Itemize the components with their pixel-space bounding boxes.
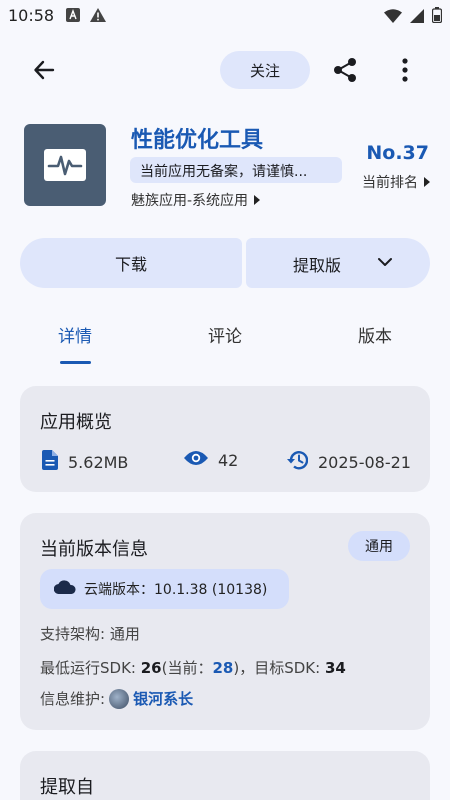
back-button[interactable] — [22, 50, 66, 94]
cloud-version-chip[interactable]: 云端版本：10.1.38 (10138) — [40, 569, 289, 609]
date-stat: 2025-08-21 — [286, 450, 411, 474]
share-icon — [333, 57, 357, 87]
history-icon — [286, 450, 309, 474]
eye-icon — [184, 450, 208, 470]
heartbeat-monitor-icon — [44, 149, 86, 181]
app-name: 性能优化工具 — [131, 128, 264, 153]
chevron-down-icon — [376, 251, 394, 277]
views-value: 42 — [218, 450, 239, 470]
rank-label: 当前排名 — [362, 175, 418, 191]
app-category-link[interactable]: 魅族应用-系统应用 — [131, 190, 261, 210]
status-time: 10:58 — [8, 6, 55, 25]
cloud-icon — [53, 580, 76, 598]
tab-details[interactable]: 详情 — [58, 322, 92, 347]
download-button[interactable]: 下载 — [20, 238, 242, 288]
arrow-right-icon — [254, 195, 261, 205]
maintainer-label: 信息维护: — [40, 690, 106, 708]
rank-link[interactable]: 当前排名 — [362, 172, 430, 192]
tab-bar: 详情 评论 版本 — [0, 310, 450, 366]
tab-comments[interactable]: 评论 — [208, 322, 242, 347]
tab-versions[interactable]: 版本 — [358, 322, 392, 347]
overview-title: 应用概览 — [40, 412, 112, 433]
follow-button[interactable]: 关注 — [220, 51, 310, 89]
source-title: 提取自 — [40, 777, 94, 798]
sdk-target-value: 34 — [324, 659, 346, 677]
maintainer-name[interactable]: 银河系长 — [133, 688, 193, 709]
sdk-min-label: 最低运行SDK: — [40, 659, 141, 677]
warning-icon — [90, 7, 106, 26]
battery-icon — [431, 7, 443, 27]
top-app-bar: 关注 — [0, 40, 450, 100]
more-vert-icon — [402, 58, 408, 86]
views-stat: 42 — [184, 450, 238, 470]
version-info-card: 当前版本信息 通用 云端版本：10.1.38 (10138) 支持架构: 通用 … — [20, 513, 430, 730]
extract-version-label: 提取版 — [293, 256, 342, 275]
sdk-current-label: (当前： — [161, 659, 213, 677]
architecture-info: 支持架构: 通用 — [40, 625, 140, 643]
maintainer-avatar[interactable] — [109, 688, 130, 709]
filing-notice[interactable]: 当前应用无备案，请谨慎... — [130, 157, 342, 183]
rank-number: No.37 — [366, 142, 429, 164]
size-value: 5.62MB — [68, 452, 129, 472]
source-card: 提取自 — [20, 751, 430, 800]
font-notification-icon — [66, 7, 80, 26]
arrow-back-icon — [33, 59, 55, 85]
sdk-target-label: )，目标SDK: — [233, 659, 325, 677]
sdk-current-value: 28 — [212, 659, 234, 677]
file-icon — [42, 450, 58, 474]
status-bar: 10:58 — [0, 0, 450, 32]
variant-badge: 通用 — [348, 531, 410, 561]
arrow-right-icon — [424, 177, 430, 187]
app-icon — [24, 124, 106, 206]
cloud-version-text: 云端版本：10.1.38 (10138) — [84, 582, 268, 598]
wifi-icon — [384, 8, 402, 27]
size-stat: 5.62MB — [42, 450, 128, 474]
extract-version-button[interactable]: 提取版 — [246, 238, 430, 288]
date-value: 2025-08-21 — [318, 452, 411, 472]
tab-indicator — [60, 361, 91, 364]
overview-card: 应用概览 5.62MB 42 2025-08-21 — [20, 386, 430, 492]
sdk-min-value: 26 — [140, 659, 162, 677]
maintainer-info: 信息维护: 银河系长 — [40, 688, 193, 709]
share-button[interactable] — [323, 50, 367, 94]
signal-icon — [410, 8, 424, 27]
version-info-title: 当前版本信息 — [40, 539, 148, 560]
more-options-button[interactable] — [383, 50, 427, 94]
category-label: 魅族应用-系统应用 — [131, 193, 249, 209]
sdk-info: 最低运行SDK: 26(当前：28)，目标SDK: 34 — [40, 657, 346, 678]
